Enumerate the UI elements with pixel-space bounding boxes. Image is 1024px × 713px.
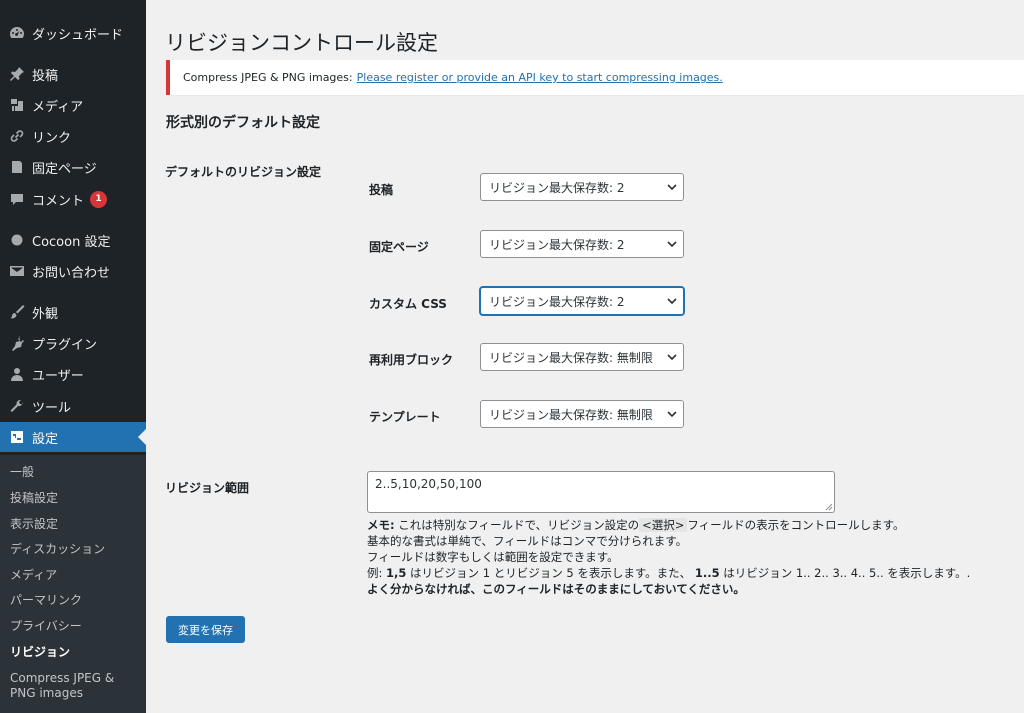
chevron-down-icon: [661, 231, 683, 257]
revision-range-label: リビジョン範囲: [165, 481, 250, 495]
revision-range-input[interactable]: 2..5,10,20,50,100: [367, 471, 835, 513]
select-value: リビジョン最大保存数: 無制限: [489, 350, 653, 365]
page-icon: [8, 158, 26, 176]
sidebar-item-label: Cocoon 設定: [32, 234, 111, 250]
select-value: リビジョン最大保存数: 2: [489, 180, 625, 195]
desc-text: これは特別なフィールドで、リビジョン設定の: [394, 518, 640, 532]
sidebar-item-pages[interactable]: 固定ページ: [0, 152, 146, 182]
admin-sidebar: ダッシュボード 投稿 メディア リンク 固定ページ コメント 1 Cocoon …: [0, 0, 146, 713]
settings-submenu: 一般 投稿設定 表示設定 ディスカッション メディア パーマリンク プライバシー…: [0, 455, 146, 713]
sidebar-item-label: プラグイン: [32, 337, 98, 353]
sidebar-item-appearance[interactable]: 外観: [0, 297, 146, 327]
wrench-icon: [8, 397, 26, 415]
custom-css-revision-select[interactable]: リビジョン最大保存数: 2: [480, 287, 684, 315]
submenu-item-privacy[interactable]: プライバシー: [10, 619, 140, 634]
mail-icon: [8, 262, 26, 280]
dashboard-icon: [8, 24, 26, 42]
sidebar-item-label: リンク: [32, 130, 72, 146]
desc-line-1: メモ: これは特別なフィールドで、リビジョン設定の <選択> フィールドの表示をコン…: [367, 517, 1017, 533]
user-icon: [8, 365, 26, 383]
sidebar-item-posts[interactable]: 投稿: [0, 59, 146, 89]
sidebar-item-plugins[interactable]: プラグイン: [0, 328, 146, 358]
submenu-item-reading[interactable]: 表示設定: [10, 517, 140, 532]
default-revision-settings-label: デフォルトのリビジョン設定: [165, 165, 322, 179]
desc-note-label: メモ:: [367, 518, 395, 532]
sidebar-item-tools[interactable]: ツール: [0, 391, 146, 421]
select-value: リビジョン最大保存数: 無制限: [489, 407, 653, 422]
sidebar-item-label: ダッシュボード: [32, 27, 124, 43]
row-label-custom-css: カスタム CSS: [369, 297, 447, 311]
sidebar-item-label: お問い合わせ: [32, 265, 111, 281]
sidebar-item-label: 設定: [32, 431, 59, 447]
pages-revision-select[interactable]: リビジョン最大保存数: 2: [480, 230, 684, 258]
sidebar-item-contact[interactable]: お問い合わせ: [0, 256, 146, 286]
pin-icon: [8, 65, 26, 83]
notice-prefix: Compress JPEG & PNG images:: [183, 71, 353, 84]
submenu-item-writing[interactable]: 投稿設定: [10, 491, 140, 506]
desc-text: フィールドの表示をコントロールします。: [687, 518, 905, 532]
plugin-icon: [8, 334, 26, 352]
sidebar-item-cocoon[interactable]: Cocoon 設定: [0, 225, 146, 255]
chevron-down-icon: [661, 288, 683, 314]
notice-register-link[interactable]: Please register or provide an API key to…: [357, 71, 723, 84]
desc-text: はリビジョン 1 とリビジョン 5 を表示します。また、: [406, 566, 695, 580]
desc-line-4: 例: 1,5 はリビジョン 1 とリビジョン 5 を表示します。また、 1..5…: [367, 565, 1017, 581]
sidebar-item-label: メディア: [32, 99, 84, 115]
row-label-pages: 固定ページ: [369, 240, 429, 254]
sidebar-item-settings[interactable]: 設定: [0, 422, 146, 452]
select-value: リビジョン最大保存数: 2: [489, 294, 625, 309]
select-value: リビジョン最大保存数: 2: [489, 237, 625, 252]
revision-range-description: メモ: これは特別なフィールドで、リビジョン設定の <選択> フィールドの表示をコン…: [367, 517, 1017, 597]
chevron-down-icon: [661, 344, 683, 370]
desc-example: 1..5: [694, 566, 720, 580]
save-changes-button[interactable]: 変更を保存: [166, 616, 245, 643]
comment-icon: [8, 190, 26, 208]
submenu-item-permalinks[interactable]: パーマリンク: [10, 593, 140, 608]
link-icon: [8, 127, 26, 145]
posts-revision-select[interactable]: リビジョン最大保存数: 2: [480, 173, 684, 201]
row-label-posts: 投稿: [369, 183, 394, 197]
comment-count-badge: 1: [90, 190, 108, 208]
sidebar-item-media[interactable]: メディア: [0, 90, 146, 120]
submenu-item-discussion[interactable]: ディスカッション: [10, 542, 140, 557]
sidebar-item-label: ツール: [32, 400, 72, 416]
row-label-templates: テンプレート: [369, 410, 441, 424]
sidebar-item-label: コメント: [32, 193, 85, 209]
desc-warning: よく分からなければ、このフィールドはそのままにしておいてください。: [367, 582, 745, 596]
submenu-item-media[interactable]: メディア: [10, 568, 140, 583]
desc-text: 例:: [367, 566, 387, 580]
desc-line-5: よく分からなければ、このフィールドはそのままにしておいてください。: [367, 581, 1017, 597]
submenu-item-compress-images[interactable]: Compress JPEG & PNG images: [10, 671, 140, 701]
desc-line-3: フィールドは数字もしくは範囲を設定できます。: [367, 550, 619, 564]
cocoon-icon: [8, 231, 26, 249]
desc-code: <選択>: [639, 518, 688, 532]
desc-example: 1,5: [386, 566, 407, 580]
sidebar-item-users[interactable]: ユーザー: [0, 359, 146, 389]
chevron-down-icon: [661, 401, 683, 427]
reusable-blocks-revision-select[interactable]: リビジョン最大保存数: 無制限: [480, 343, 684, 371]
sidebar-item-dashboard[interactable]: ダッシュボード: [0, 18, 146, 48]
plugin-notice: Compress JPEG & PNG images: Please regis…: [166, 60, 1024, 95]
submenu-item-revisions[interactable]: リビジョン: [10, 645, 140, 660]
templates-revision-select[interactable]: リビジョン最大保存数: 無制限: [480, 400, 684, 428]
desc-text: はリビジョン 1.. 2.. 3.. 4.. 5.. を表示します。.: [719, 566, 971, 580]
sidebar-item-links[interactable]: リンク: [0, 121, 146, 151]
resize-grip-icon[interactable]: [825, 503, 833, 511]
chevron-down-icon: [661, 174, 683, 200]
sidebar-item-label: ユーザー: [32, 368, 84, 384]
desc-line-2: 基本的な書式は単純で、フィールドはコンマで分けられます。: [367, 534, 688, 548]
section-title: 形式別のデフォルト設定: [166, 115, 320, 131]
row-label-reusable-blocks: 再利用ブロック: [369, 353, 454, 367]
brush-icon: [8, 303, 26, 321]
submenu-item-general[interactable]: 一般: [10, 465, 140, 480]
sidebar-item-label: 投稿: [32, 68, 59, 84]
page-title: リビジョンコントロール設定: [165, 31, 438, 55]
settings-icon: [8, 428, 26, 446]
sidebar-item-label: 固定ページ: [32, 161, 97, 177]
sidebar-item-comments[interactable]: コメント 1: [0, 184, 146, 214]
sidebar-item-label: 外観: [32, 306, 59, 322]
media-icon: [8, 96, 26, 114]
